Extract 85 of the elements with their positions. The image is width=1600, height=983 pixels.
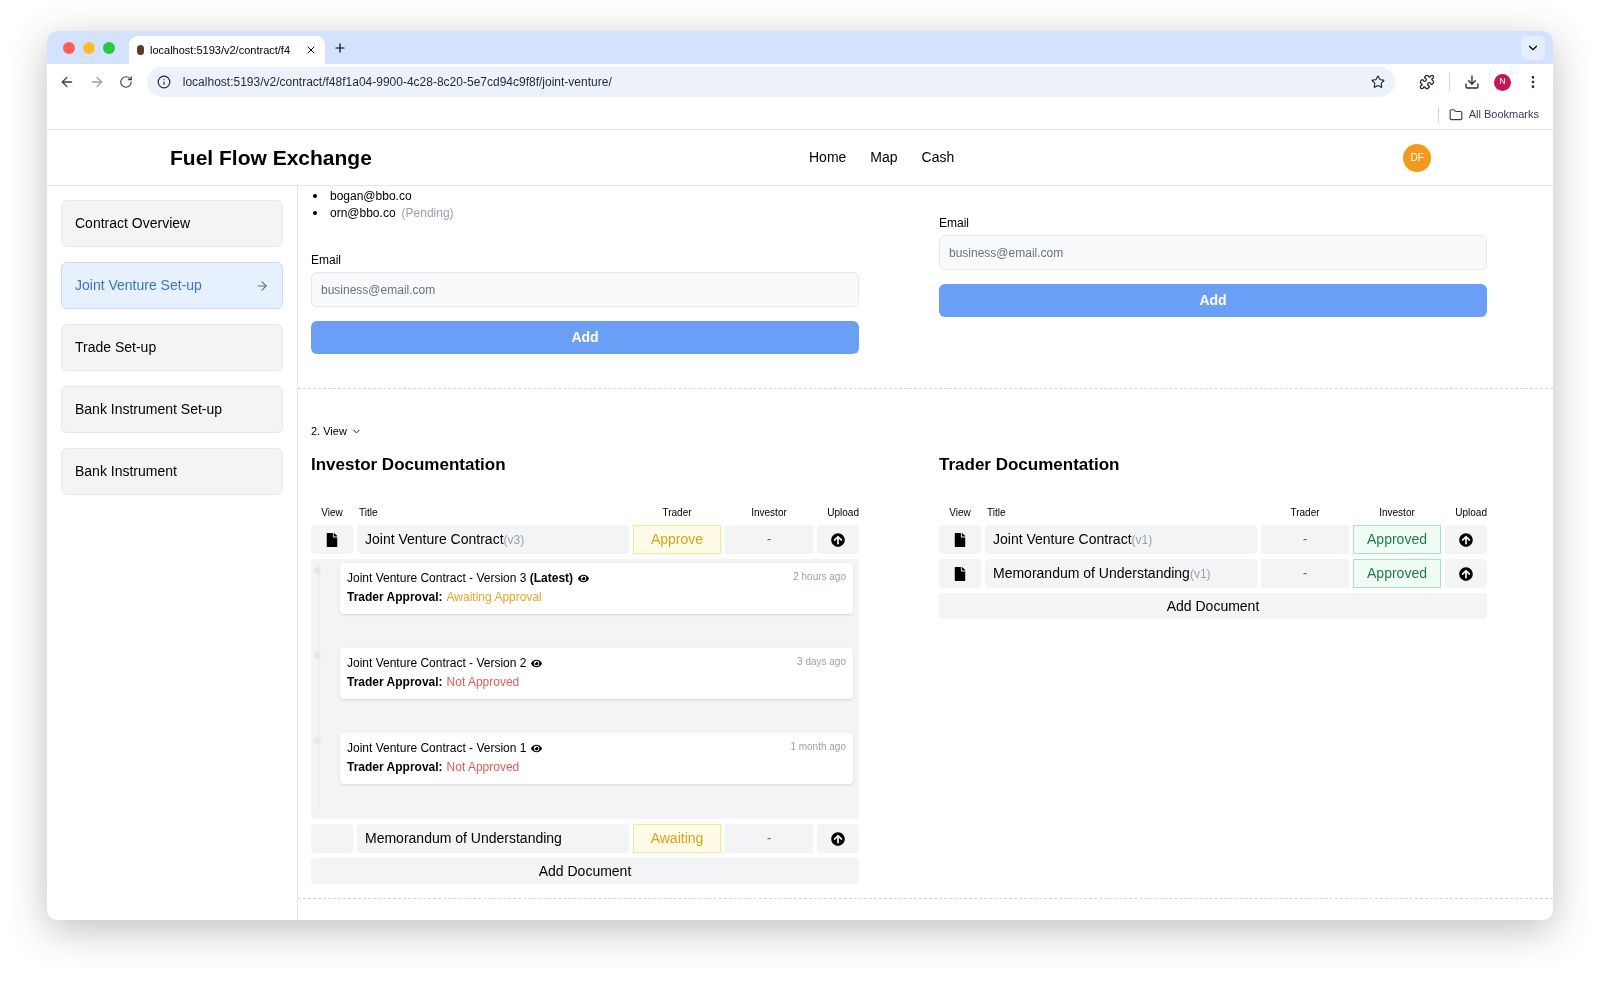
browser-tab[interactable]: localhost:5193/v2/contract/f4 xyxy=(129,36,325,64)
email-field[interactable]: business@email.com xyxy=(939,235,1487,270)
add-document-button[interactable]: Add Document xyxy=(311,858,859,884)
document-title: Joint Venture Contract(v3) xyxy=(357,525,629,554)
column-header: Upload xyxy=(826,506,859,520)
member-status: (Pending) xyxy=(401,205,454,222)
file-icon[interactable] xyxy=(326,532,338,547)
nav-link[interactable]: Cash xyxy=(921,147,955,168)
file-icon[interactable] xyxy=(954,566,966,581)
column-header: Upload xyxy=(1454,506,1487,520)
approval-label: Trader Approval: xyxy=(347,759,443,776)
version-card[interactable]: Joint Venture Contract - Version 1 Trader Approval: Not Approved 1 month ago xyxy=(340,733,853,784)
version-title: Joint Venture Contract - Version 3 (Latest) xyxy=(347,570,574,587)
column-header: Title xyxy=(986,506,1007,520)
section-title: Trader Documentation xyxy=(939,453,1121,476)
sidebar-item[interactable]: Bank Instrument xyxy=(61,448,283,495)
approval-status: Not Approved xyxy=(446,674,520,691)
close-icon[interactable] xyxy=(305,44,317,56)
approval-status: Not Approved xyxy=(446,759,520,776)
bullet-icon xyxy=(313,194,317,198)
column-header: Trader xyxy=(1289,506,1321,520)
version-card[interactable]: Joint Venture Contract - Version 3 (Latest) Trader Approval: Awaiting Approval 2 hours ago xyxy=(340,563,853,614)
field-label: Email xyxy=(311,252,342,269)
status-cell: Approved xyxy=(1353,525,1441,554)
bookmark-star-icon[interactable] xyxy=(1371,75,1386,89)
document-title: Memorandum of Understanding(v1) xyxy=(985,559,1257,588)
sidebar-item[interactable]: Contract Overview xyxy=(61,200,283,247)
eye-icon[interactable] xyxy=(531,657,543,669)
email-field[interactable]: business@email.com xyxy=(311,272,859,307)
approval-label: Trader Approval: xyxy=(347,589,443,606)
sidebar-item[interactable]: Joint Venture Set-up xyxy=(61,262,283,309)
upload-icon[interactable] xyxy=(831,532,845,547)
column-header: Trader xyxy=(661,506,693,520)
upload-icon[interactable] xyxy=(1459,532,1473,547)
version-title: Joint Venture Contract - Version 1 xyxy=(347,740,527,757)
nav-link[interactable]: Map xyxy=(870,147,898,168)
eye-icon[interactable] xyxy=(531,742,543,754)
column-header: Title xyxy=(358,506,379,520)
version-time: 3 days ago xyxy=(797,655,846,669)
version-title: Joint Venture Contract - Version 2 xyxy=(347,655,527,672)
info-icon[interactable] xyxy=(156,75,171,89)
extensions-icon[interactable] xyxy=(1419,74,1436,90)
url-text: localhost:5193/v2/contract/f48f1a04-9900-4c28-8c20-5e7cd94c9f8f/joint-venture/ xyxy=(182,74,613,91)
status-cell: - xyxy=(1261,525,1349,554)
column-header: Investor xyxy=(750,506,788,520)
download-icon[interactable] xyxy=(1464,74,1481,90)
view-toggle[interactable]: 2. View xyxy=(311,423,362,440)
status-cell: - xyxy=(725,824,813,853)
file-icon[interactable] xyxy=(954,532,966,547)
profile-avatar[interactable]: N xyxy=(1494,73,1512,91)
version-card[interactable]: Joint Venture Contract - Version 2 Trader Approval: Not Approved 3 days ago xyxy=(340,648,853,699)
status-cell: - xyxy=(1261,559,1349,588)
reload-icon[interactable] xyxy=(118,75,133,89)
upload-icon[interactable] xyxy=(1459,566,1473,581)
section-title: Investor Documentation xyxy=(311,453,507,476)
new-tab-icon[interactable] xyxy=(333,40,347,55)
nav-link[interactable]: Home xyxy=(809,147,847,168)
status-cell: Approved xyxy=(1353,559,1441,588)
eye-icon[interactable] xyxy=(578,572,590,584)
folder-icon xyxy=(1448,107,1463,122)
arrow-right-icon xyxy=(255,278,269,293)
column-header: Investor xyxy=(1378,506,1416,520)
member-email: bogan@bbo.co xyxy=(330,188,412,205)
version-time: 1 month ago xyxy=(790,740,846,754)
add-document-button[interactable]: Add Document xyxy=(939,593,1487,619)
bullet-icon xyxy=(313,211,317,215)
brand-title: Fuel Flow Exchange xyxy=(170,144,373,171)
upload-icon[interactable] xyxy=(831,831,845,846)
field-label: Email xyxy=(939,215,970,232)
document-title: Joint Venture Contract(v1) xyxy=(985,525,1257,554)
tab-search-button[interactable] xyxy=(1521,35,1545,60)
sidebar-item[interactable]: Trade Set-up xyxy=(61,324,283,371)
column-header: View xyxy=(948,506,972,520)
address-bar[interactable]: localhost:5193/v2/contract/f48f1a04-9900-4c28-8c20-5e7cd94c9f8f/joint-venture/ xyxy=(146,67,1396,97)
column-header: View xyxy=(320,506,344,520)
sidebar-item[interactable]: Bank Instrument Set-up xyxy=(61,386,283,433)
status-cell: - xyxy=(725,525,813,554)
favicon-icon xyxy=(137,45,144,55)
all-bookmarks-link[interactable]: All Bookmarks xyxy=(1468,106,1539,123)
member-email: orn@bbo.co xyxy=(330,205,396,222)
document-title: Memorandum of Understanding xyxy=(357,824,629,853)
back-icon[interactable] xyxy=(59,74,75,90)
approval-status: Awaiting Approval xyxy=(446,589,542,606)
version-time: 2 hours ago xyxy=(793,570,846,584)
approval-label: Trader Approval: xyxy=(347,674,443,691)
